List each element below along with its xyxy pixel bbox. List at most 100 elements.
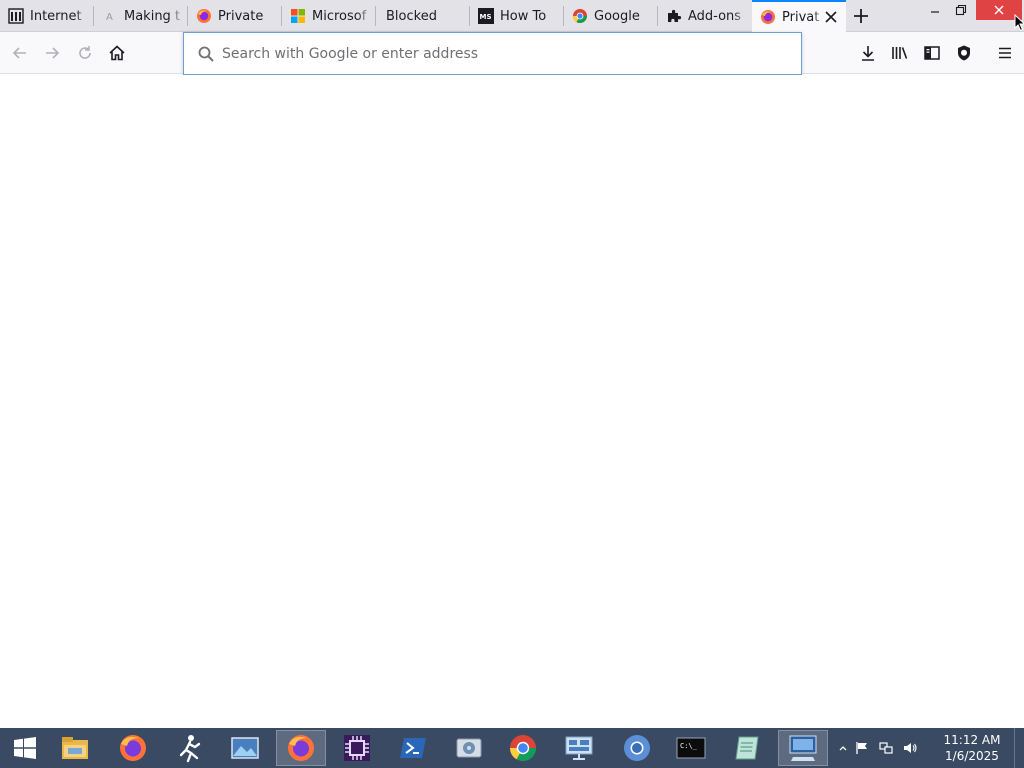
address-input[interactable] [222,45,782,62]
plus-icon [854,9,868,23]
a-icon: A [102,8,118,24]
restore-icon [955,4,967,16]
taskbar-remote-desktop[interactable] [778,730,828,766]
system-tray [836,728,922,768]
hamburger-menu-icon [999,47,1011,59]
tab-title: Blocked [386,8,437,24]
tab-title: Privat [782,9,820,25]
sidebar-icon [924,46,940,60]
reload-icon [79,46,91,59]
firefox-icon [760,9,776,25]
arrow-right-icon [46,47,60,59]
chrome-icon [572,8,588,24]
tab-making[interactable]: A Making t [94,0,188,32]
show-hidden-icons-icon[interactable] [836,743,850,753]
firefox-icon [196,8,212,24]
show-desktop-button[interactable] [1014,728,1024,768]
microsoft-icon [290,8,306,24]
tab-internet[interactable]: Internet [0,0,94,32]
address-bar[interactable] [183,32,802,75]
restore-button[interactable] [948,0,974,20]
runner-icon [179,735,201,763]
taskbar-photos[interactable] [220,730,270,766]
tab-title: Private [218,8,264,24]
start-button[interactable] [0,730,50,766]
archive-icon [8,8,24,24]
taskbar-chip-app[interactable] [332,730,382,766]
svg-text:C:\_: C:\_ [680,742,698,750]
disk-icon [456,738,482,758]
taskbar-network-manager[interactable] [554,730,604,766]
home-icon [109,45,125,61]
notepad-icon [735,736,759,760]
svg-text:A: A [106,12,113,23]
arrow-left-icon [12,47,26,59]
firefox-icon [288,735,314,761]
download-icon [862,46,874,61]
taskbar-disk-utility[interactable] [444,730,494,766]
library-icon [892,47,908,59]
tab-title: Add-ons [688,8,742,24]
tab-private[interactable]: Private [188,0,282,32]
clock[interactable]: 11:12 AM 1/6/2025 [938,732,1006,764]
shield-icon [958,45,970,61]
taskbar-runner-app[interactable] [164,730,214,766]
taskbar-firefox[interactable] [108,730,158,766]
clock-date: 1/6/2025 [945,749,999,763]
action-center-flag-icon[interactable] [850,741,874,755]
svg-text:MS: MS [480,13,492,21]
forward-button[interactable] [40,41,64,65]
sidebar-button[interactable] [920,41,944,65]
tab-title: Making t [124,8,181,24]
back-button[interactable] [8,41,32,65]
network-icon [565,736,593,760]
chip-icon [344,735,370,761]
minimize-icon [931,11,939,13]
firefox-icon [120,735,146,761]
taskbar-file-explorer[interactable] [50,730,100,766]
extension-shield-button[interactable] [952,41,976,65]
search-icon [196,44,216,64]
puzzle-icon [666,8,682,24]
reload-button[interactable] [73,41,97,65]
network-status-icon[interactable] [874,741,898,755]
file-explorer-icon [62,737,88,759]
taskbar: C:\_ 11:12 AM 1/6/2025 [0,728,1024,768]
taskbar-powershell[interactable] [388,730,438,766]
library-button[interactable] [888,41,912,65]
chromium-icon [624,735,650,761]
home-button[interactable] [105,41,129,65]
remote-desktop-icon [789,735,817,761]
minimize-button[interactable] [922,0,948,20]
ms-icon: MS [478,8,494,24]
powershell-icon [400,738,426,758]
tab-title: Microsof [312,8,367,24]
tab-google[interactable]: Google [564,0,658,32]
start-icon [14,737,36,759]
tab-how-to[interactable]: MS How To [470,0,564,32]
tab-microsoft[interactable]: Microsof [282,0,376,32]
photos-icon [231,737,259,759]
terminal-icon: C:\_ [676,737,706,759]
tab-title: How To [500,8,547,24]
tab-add-ons[interactable]: Add-ons [658,0,752,32]
clock-time: 11:12 AM [943,733,1001,747]
taskbar-firefox-active[interactable] [276,730,326,766]
downloads-button[interactable] [856,41,880,65]
close-icon [994,5,1004,15]
tab-blocked[interactable]: Blocked [376,0,470,32]
tab-strip: Internet A Making t Private Microsof Blo… [0,0,1024,32]
volume-icon[interactable] [898,741,922,755]
menu-button[interactable] [993,41,1017,65]
close-tab-icon[interactable] [824,10,838,24]
mouse-cursor-icon [1014,13,1024,32]
new-tab-button[interactable] [850,5,872,27]
taskbar-chrome[interactable] [498,730,548,766]
tab-private-active[interactable]: Privat [752,0,846,32]
page-content [0,75,1024,728]
tab-title: Google [594,8,640,24]
taskbar-chromium[interactable] [612,730,662,766]
taskbar-notepad[interactable] [722,730,772,766]
taskbar-terminal[interactable]: C:\_ [666,730,716,766]
tab-title: Internet [30,8,82,24]
